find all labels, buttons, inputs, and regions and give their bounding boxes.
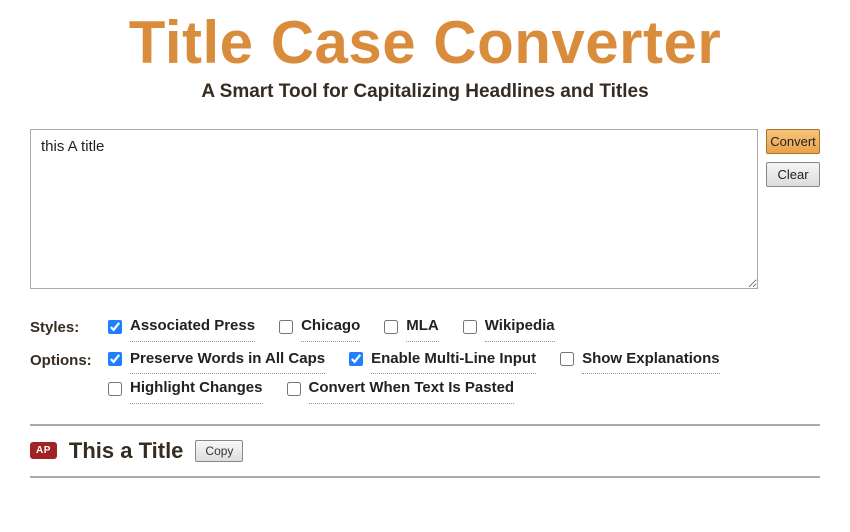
copy-button[interactable]: Copy (195, 440, 243, 462)
option-0-checkbox[interactable] (108, 352, 122, 366)
option-1-label: Enable Multi-Line Input (371, 345, 536, 375)
style-option-0[interactable]: Associated Press (104, 312, 255, 342)
style-option-2[interactable]: MLA (380, 312, 439, 342)
title-input[interactable] (30, 129, 758, 289)
style-option-2-checkbox[interactable] (384, 320, 398, 334)
style-option-1-checkbox[interactable] (279, 320, 293, 334)
option-1-checkbox[interactable] (349, 352, 363, 366)
convert-button[interactable]: Convert (766, 129, 820, 154)
result-text: This a Title (69, 438, 184, 464)
option-2[interactable]: Show Explanations (556, 345, 720, 375)
style-option-0-label: Associated Press (130, 312, 255, 342)
style-badge: AP (30, 442, 57, 459)
clear-button[interactable]: Clear (766, 162, 820, 187)
option-3-label: Highlight Changes (130, 374, 263, 404)
page-subtitle: A Smart Tool for Capitalizing Headlines … (30, 81, 820, 103)
style-option-3-label: Wikipedia (485, 312, 555, 342)
style-option-3-checkbox[interactable] (463, 320, 477, 334)
option-3-checkbox[interactable] (108, 382, 122, 396)
style-option-0-checkbox[interactable] (108, 320, 122, 334)
option-0[interactable]: Preserve Words in All Caps (104, 345, 325, 375)
option-4-checkbox[interactable] (287, 382, 301, 396)
style-option-2-label: MLA (406, 312, 439, 342)
option-2-checkbox[interactable] (560, 352, 574, 366)
styles-label: Styles: (30, 312, 104, 343)
option-2-label: Show Explanations (582, 345, 720, 375)
page-title: Title Case Converter (30, 8, 820, 77)
option-4[interactable]: Convert When Text Is Pasted (283, 374, 515, 404)
option-4-label: Convert When Text Is Pasted (309, 374, 515, 404)
style-option-3[interactable]: Wikipedia (459, 312, 555, 342)
divider (30, 476, 820, 478)
option-3[interactable]: Highlight Changes (104, 374, 263, 404)
option-1[interactable]: Enable Multi-Line Input (345, 345, 536, 375)
divider (30, 424, 820, 426)
style-option-1-label: Chicago (301, 312, 360, 342)
style-option-1[interactable]: Chicago (275, 312, 360, 342)
options-label: Options: (30, 345, 104, 376)
option-0-label: Preserve Words in All Caps (130, 345, 325, 375)
